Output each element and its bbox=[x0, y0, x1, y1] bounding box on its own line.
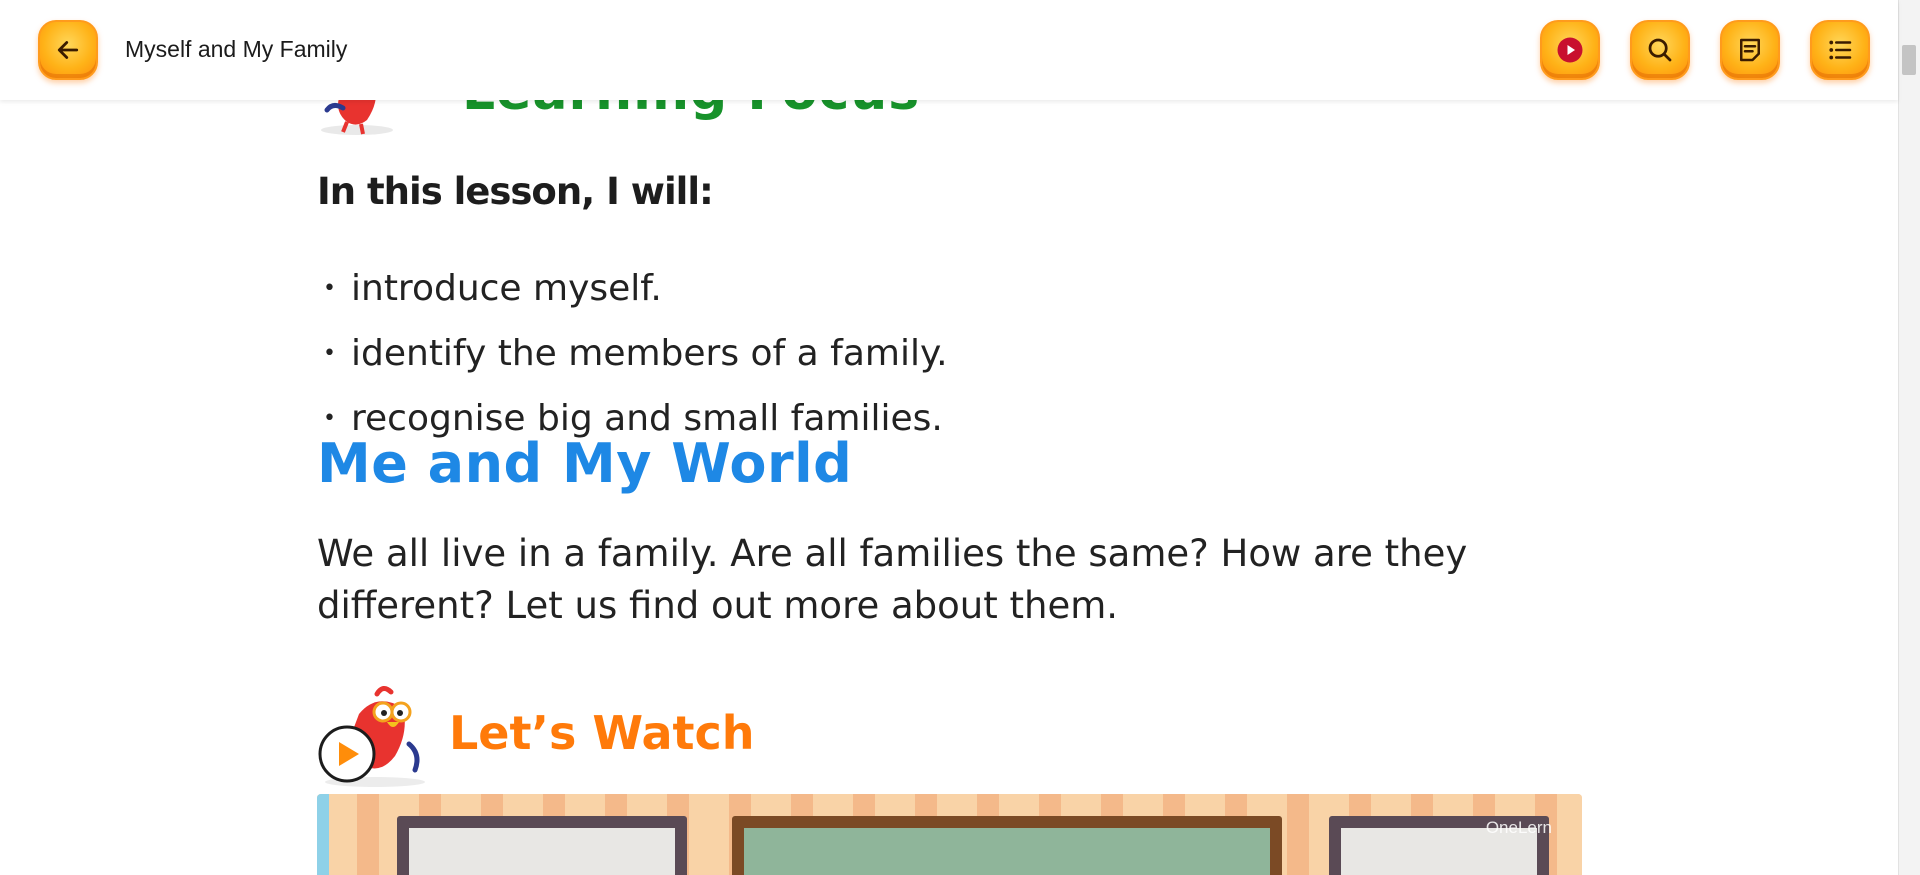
lesson-intro: In this lesson, I will: bbox=[317, 170, 714, 213]
arrow-left-icon bbox=[57, 41, 79, 59]
notes-icon bbox=[1740, 38, 1760, 62]
me-and-my-world-heading: Me and My World bbox=[317, 432, 853, 495]
video-player[interactable]: OneLern bbox=[317, 794, 1582, 875]
bullet-icon: • bbox=[323, 341, 336, 366]
bullet-icon: • bbox=[323, 276, 336, 301]
picture-frame-center bbox=[732, 816, 1282, 875]
list-icon bbox=[1829, 40, 1852, 60]
search-icon bbox=[1648, 38, 1672, 62]
parrot-video-mascot-icon bbox=[318, 686, 425, 787]
goal-text: identify the members of a family. bbox=[351, 333, 948, 374]
list-item: • identify the members of a family. bbox=[317, 321, 948, 386]
me-and-my-world-text: We all live in a family. Are all familie… bbox=[317, 532, 1468, 627]
notes-button[interactable] bbox=[1720, 20, 1780, 80]
contents-button[interactable] bbox=[1810, 20, 1870, 80]
app-bar: Myself and My Family bbox=[0, 0, 1898, 100]
back-button[interactable] bbox=[38, 20, 98, 80]
lets-watch-heading: Let’s Watch bbox=[449, 706, 755, 760]
play-icon bbox=[1557, 37, 1583, 63]
scrollbar-thumb[interactable] bbox=[1902, 45, 1916, 75]
play-button[interactable] bbox=[1540, 20, 1600, 80]
learning-goals-list: • introduce myself. • identify the membe… bbox=[317, 256, 948, 451]
bullet-icon: • bbox=[323, 406, 336, 431]
video-edge bbox=[317, 794, 329, 875]
goal-text: introduce myself. bbox=[351, 268, 662, 309]
page-title: Myself and My Family bbox=[125, 36, 348, 62]
list-item: • introduce myself. bbox=[317, 256, 948, 321]
video-watermark: OneLern bbox=[1485, 818, 1552, 837]
search-button[interactable] bbox=[1630, 20, 1690, 80]
scrollbar[interactable] bbox=[1898, 0, 1920, 875]
picture-frame-left bbox=[397, 816, 687, 875]
